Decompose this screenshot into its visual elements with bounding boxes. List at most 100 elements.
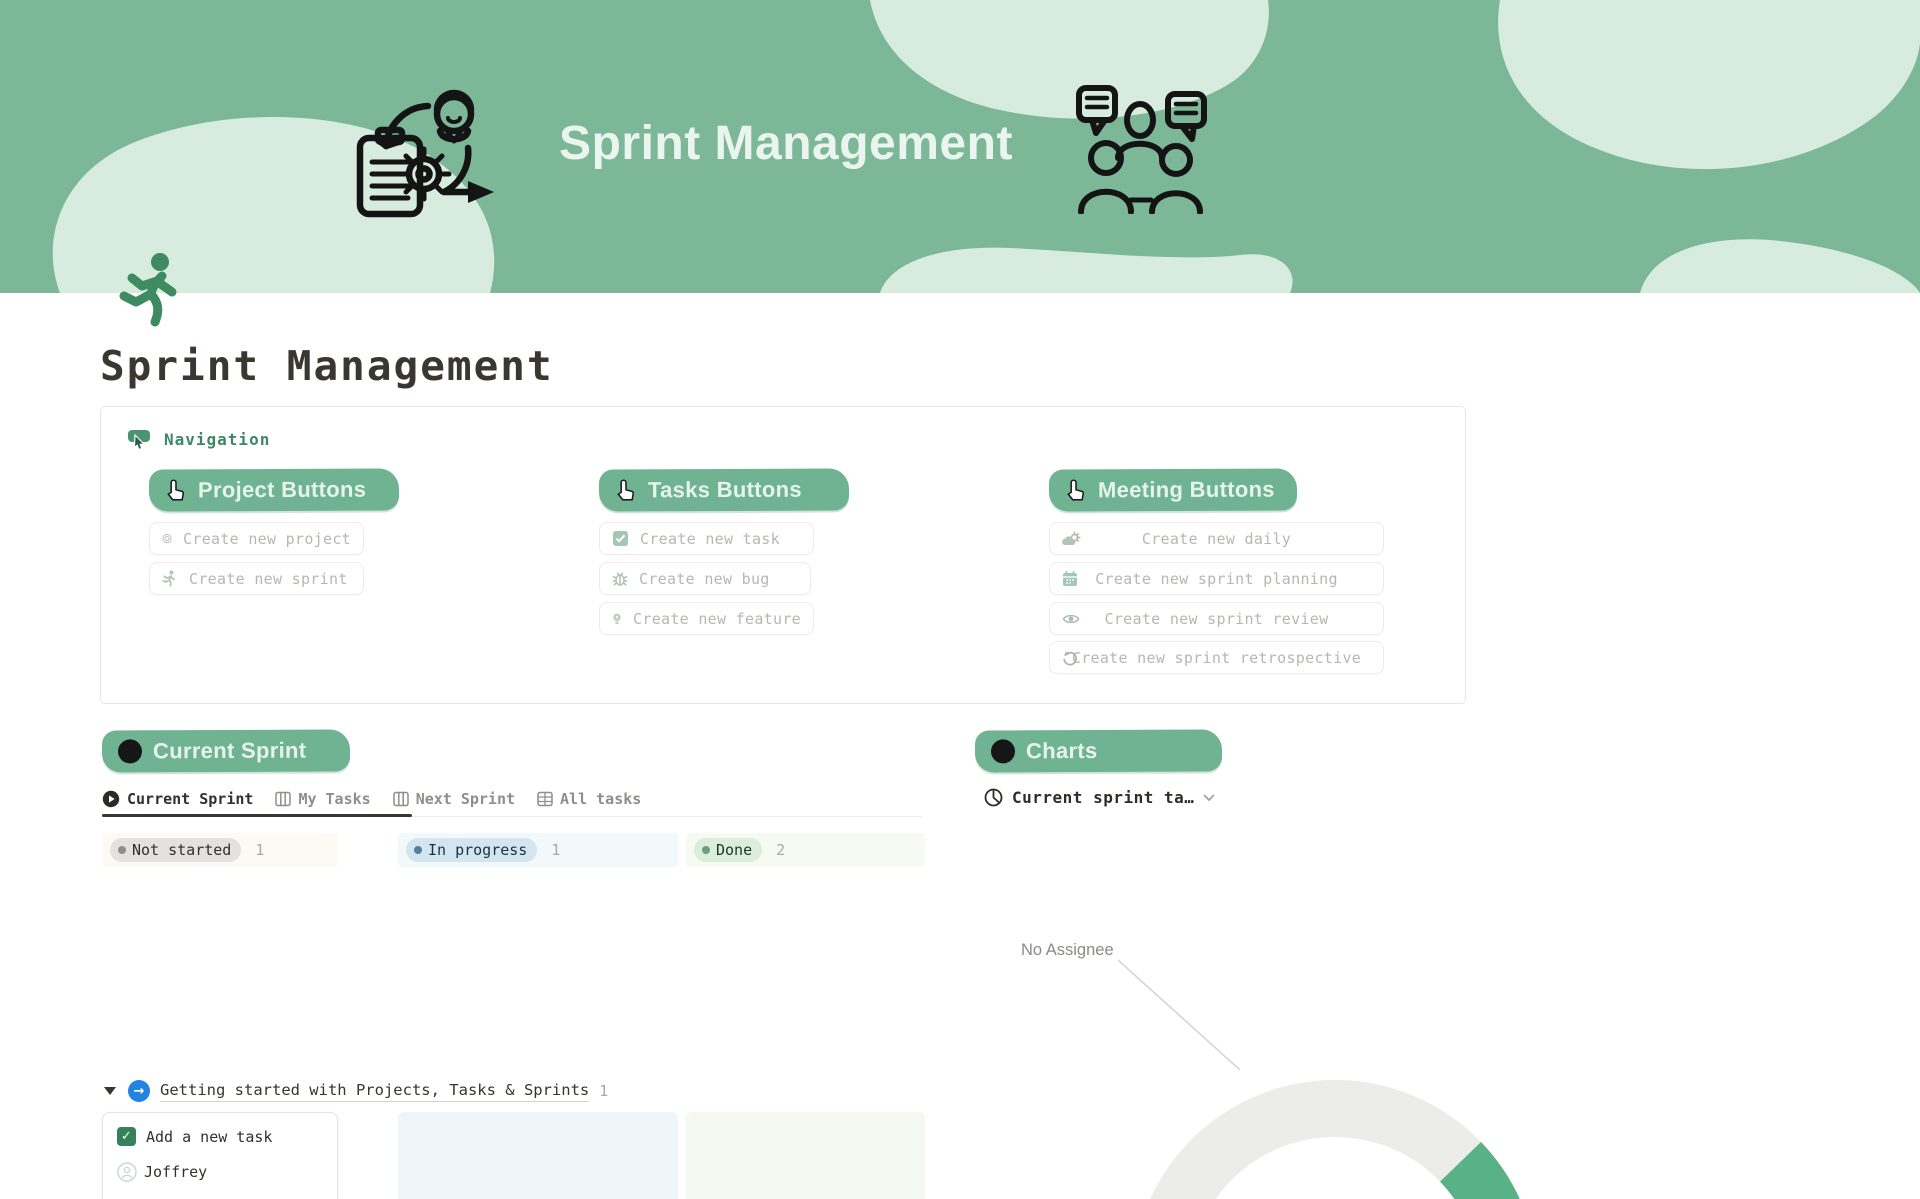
black-dot-icon <box>118 739 142 763</box>
assignee-name: Joffrey <box>144 1163 207 1181</box>
status-chip: In progress <box>406 838 537 862</box>
navigation-callout: Navigation Project Buttons Create new pr… <box>100 406 1466 704</box>
black-dot-icon <box>991 739 1015 763</box>
create-new-sprint-retrospective-button[interactable]: Create new sprint retrospective <box>1049 641 1384 674</box>
collapse-toggle-icon[interactable] <box>104 1087 116 1095</box>
project-buttons-label: Project Buttons <box>198 477 366 504</box>
status-chip: Done <box>694 838 762 862</box>
page-cover-banner: Sprint Management <box>0 0 1920 293</box>
task-title: Add a new task <box>146 1128 272 1146</box>
runner-icon <box>162 570 178 587</box>
meeting-illustration-icon <box>1076 82 1210 214</box>
button-label: Create new sprint <box>189 570 348 588</box>
chart-dropdown-label: Current sprint ta… <box>1012 788 1194 807</box>
sprint-management-page: Sprint Management <box>0 0 1920 1199</box>
create-new-daily-button[interactable]: Create new daily <box>1049 522 1384 555</box>
checkbox-icon <box>612 530 629 547</box>
create-new-bug-button[interactable]: Create new bug <box>599 562 811 595</box>
in-progress-column-body <box>398 1112 678 1199</box>
create-new-sprint-button[interactable]: Create new sprint <box>149 562 364 595</box>
status-dot-icon <box>118 846 126 854</box>
tab-all-tasks[interactable]: All tasks <box>537 790 641 808</box>
task-checkbox[interactable]: ✓ <box>117 1127 136 1146</box>
navigation-title: Navigation <box>164 430 270 449</box>
sprint-group-row[interactable]: → Getting started with Projects, Tasks &… <box>104 1078 608 1104</box>
create-new-sprint-planning-button[interactable]: Create new sprint planning <box>1049 562 1384 595</box>
button-label: Create new sprint retrospective <box>1072 649 1361 667</box>
hand-cursor-icon <box>1065 478 1087 502</box>
column-count: 1 <box>551 841 560 859</box>
button-label: Create new project <box>183 530 351 548</box>
charts-label: Charts <box>1026 738 1098 764</box>
bug-icon <box>612 570 628 587</box>
board-columns-icon <box>393 791 409 807</box>
hand-cursor-icon <box>165 478 187 502</box>
chevron-down-icon <box>1203 794 1215 802</box>
status-dot-icon <box>702 846 710 854</box>
chart-segment-label: No Assignee <box>1021 941 1114 959</box>
create-new-task-button[interactable]: Create new task <box>599 522 814 555</box>
table-icon <box>537 791 553 807</box>
project-buttons-heading[interactable]: Project Buttons <box>149 468 399 511</box>
page-title: Sprint Management <box>100 342 554 390</box>
pie-chart-icon <box>984 788 1003 807</box>
button-label: Create new sprint planning <box>1095 570 1338 588</box>
button-label: Create new daily <box>1142 530 1291 548</box>
tab-current-sprint[interactable]: Current Sprint <box>102 790 253 808</box>
hand-cursor-icon <box>615 478 637 502</box>
board-columns-icon <box>275 791 291 807</box>
sprint-group-title: Getting started with Projects, Tasks & S… <box>160 1081 589 1102</box>
button-label: Create new bug <box>639 570 770 588</box>
board-view-tabs: Current Sprint My Tasks Next Sprint All … <box>102 786 641 812</box>
column-header-in-progress[interactable]: In progress 1 <box>398 833 678 867</box>
current-sprint-label: Current Sprint <box>153 738 306 765</box>
tasks-buttons-label: Tasks Buttons <box>648 477 802 504</box>
chart-label-leader-line <box>1118 960 1240 1070</box>
page-icon-runner[interactable] <box>118 250 194 328</box>
button-label: Create new feature <box>633 610 801 628</box>
status-chip: Not started <box>110 838 241 862</box>
tab-label: Next Sprint <box>416 790 515 808</box>
create-new-feature-button[interactable]: Create new feature <box>599 602 814 635</box>
navigation-header: Navigation <box>127 427 270 451</box>
create-new-project-button[interactable]: Create new project <box>149 522 364 555</box>
create-new-sprint-review-button[interactable]: Create new sprint review <box>1049 602 1384 635</box>
assignee-donut-chart: No Assignee <box>975 878 1520 1199</box>
tab-label: All tasks <box>560 790 641 808</box>
bulb-icon <box>612 610 622 628</box>
status-label: Done <box>716 841 752 859</box>
status-label: Not started <box>132 841 231 859</box>
button-label: Create new sprint review <box>1105 610 1329 628</box>
scrum-illustration-icon <box>356 76 498 221</box>
calendar-icon <box>1062 571 1078 587</box>
tasks-buttons-heading[interactable]: Tasks Buttons <box>599 468 849 511</box>
tab-label: Current Sprint <box>127 790 253 808</box>
banner-title: Sprint Management <box>556 116 1016 171</box>
meeting-buttons-label: Meeting Buttons <box>1098 477 1275 504</box>
task-card[interactable]: ✓ Add a new task Joffrey <box>102 1112 338 1199</box>
play-circle-icon <box>102 790 120 808</box>
tab-next-sprint[interactable]: Next Sprint <box>393 790 515 808</box>
tab-label: My Tasks <box>298 790 370 808</box>
avatar-placeholder-icon <box>117 1162 137 1182</box>
done-column-body <box>686 1112 925 1199</box>
charts-heading[interactable]: Charts <box>975 729 1222 772</box>
active-tab-underline <box>102 814 412 817</box>
sprint-group-count: 1 <box>599 1082 608 1100</box>
column-header-not-started[interactable]: Not started 1 <box>102 833 338 867</box>
status-dot-icon <box>414 846 422 854</box>
column-count: 1 <box>255 841 264 859</box>
sun-cloud-icon <box>1062 531 1081 547</box>
current-sprint-heading[interactable]: Current Sprint <box>102 729 350 772</box>
status-label: In progress <box>428 841 527 859</box>
chart-title-dropdown[interactable]: Current sprint ta… <box>984 788 1215 807</box>
button-label: Create new task <box>640 530 780 548</box>
tab-my-tasks[interactable]: My Tasks <box>275 790 370 808</box>
eye-icon <box>1062 612 1080 626</box>
meeting-buttons-heading[interactable]: Meeting Buttons <box>1049 468 1297 511</box>
undo-arrow-icon <box>1062 650 1078 666</box>
donut-segment-green <box>1461 1162 1510 1199</box>
cursor-click-icon <box>127 427 153 451</box>
target-icon <box>162 530 172 547</box>
column-header-done[interactable]: Done 2 <box>686 833 925 867</box>
